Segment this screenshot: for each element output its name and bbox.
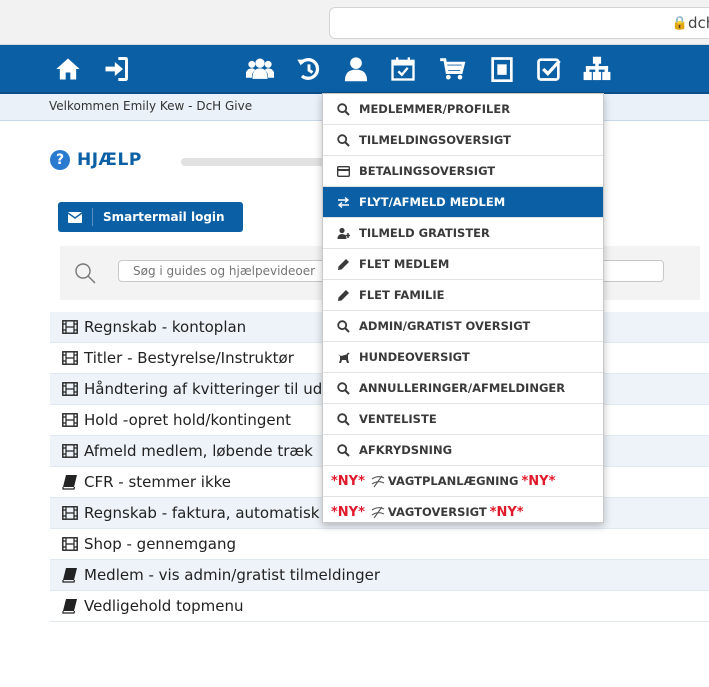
film-icon <box>62 382 78 396</box>
search-icon <box>75 263 96 284</box>
list-item[interactable]: Shop - gennemgang <box>50 529 709 560</box>
new-badge: *NY* <box>331 473 365 489</box>
welcome-text: Velkommen Emily Kew - DcH Give <box>49 99 253 113</box>
heading-divider <box>181 158 331 166</box>
film-icon <box>62 351 78 365</box>
guide-label: Afmeld medlem, løbende træk <box>84 442 313 460</box>
search-icon <box>337 443 350 457</box>
swirl-icon <box>371 475 385 488</box>
user-plus-icon <box>337 227 350 239</box>
list-item[interactable]: Vedligehold topmenu <box>50 591 709 622</box>
menu-item-hundeoversigt[interactable]: HUNDEOVERSIGT <box>323 342 603 373</box>
book-icon <box>62 599 77 614</box>
film-icon <box>62 444 78 458</box>
guide-label: Vedligehold topmenu <box>84 597 244 615</box>
menu-item-tilmeld-gratister[interactable]: TILMELD GRATISTER <box>323 218 603 249</box>
new-badge: *NY* <box>331 504 365 520</box>
user-icon[interactable] <box>340 53 372 85</box>
lock-icon: 🔒 <box>671 16 688 31</box>
guide-label: Titler - Bestyrelse/Instruktør <box>84 349 294 367</box>
menu-item-label: VAGTPLANLÆGNING <box>387 474 519 488</box>
guide-label: Medlem - vis admin/gratist tilmeldinger <box>84 566 381 584</box>
menu-item-label: HUNDEOVERSIGT <box>359 350 470 364</box>
menu-item-label: VENTELISTE <box>359 412 437 426</box>
search-icon <box>337 319 350 333</box>
calendar-check-icon[interactable] <box>387 53 419 85</box>
menu-item-venteliste[interactable]: VENTELISTE <box>323 404 603 435</box>
film-icon <box>62 320 78 334</box>
menu-item-label: FLET MEDLEM <box>359 257 450 271</box>
menu-item-label: VAGTOVERSIGT <box>387 505 487 519</box>
search-icon <box>337 133 350 147</box>
clipboard-icon[interactable] <box>486 53 518 85</box>
menu-item-flet-familie[interactable]: FLET FAMILIE <box>323 280 603 311</box>
sign-in-icon[interactable] <box>100 53 132 85</box>
film-icon <box>62 413 78 427</box>
sitemap-icon[interactable] <box>581 53 613 85</box>
swirl-icon <box>371 506 385 519</box>
home-icon[interactable] <box>52 53 84 85</box>
dog-icon <box>338 352 350 363</box>
history-icon[interactable] <box>293 53 325 85</box>
menu-item-label: TILMELD GRATISTER <box>359 226 490 240</box>
page-title: HJÆLP <box>77 150 142 170</box>
film-icon <box>62 506 78 520</box>
users-icon[interactable] <box>244 53 276 85</box>
menu-item-annulleringer-afmeldinger[interactable]: ANNULLERINGER/AFMELDINGER <box>323 373 603 404</box>
guide-label: Regnskab - kontoplan <box>84 318 247 336</box>
new-badge: *NY* <box>489 504 524 520</box>
book-icon <box>62 568 77 583</box>
smartermail-login-button[interactable]: Smartermail login <box>58 202 243 232</box>
guide-label: CFR - stemmer ikke <box>84 473 232 491</box>
list-item[interactable]: Medlem - vis admin/gratist tilmeldinger <box>50 560 709 591</box>
new-badge: *NY* <box>521 473 556 489</box>
credit-card-icon <box>337 165 350 177</box>
menu-item-afkrydsning[interactable]: AFKRYDSNING <box>323 435 603 466</box>
member-dropdown-menu: MEDLEMMER/PROFILER TILMELDINGSOVERSIGT B… <box>322 93 604 523</box>
menu-item-betalingsoversigt[interactable]: BETALINGSOVERSIGT <box>323 156 603 187</box>
address-bar[interactable]: 🔒 dch- <box>329 7 709 39</box>
pencil-icon <box>338 258 349 270</box>
menu-item-flyt-afmeld-medlem[interactable]: FLYT/AFMELD MEDLEM <box>323 187 603 218</box>
film-icon <box>62 537 78 551</box>
guide-label: Håndtering af kvitteringer til udlæg <box>84 380 351 398</box>
guide-label: Regnskab - faktura, automatisk træk <box>84 504 360 522</box>
menu-item-label: TILMELDINGSOVERSIGT <box>359 133 511 147</box>
smartermail-label: Smartermail login <box>103 210 225 224</box>
search-icon <box>337 381 350 395</box>
guide-label: Shop - gennemgang <box>84 535 237 553</box>
top-nav <box>0 45 709 94</box>
book-icon <box>62 475 77 490</box>
menu-item-tilmeldingsoversigt[interactable]: TILMELDINGSOVERSIGT <box>323 125 603 156</box>
menu-item-label: ANNULLERINGER/AFMELDINGER <box>359 381 566 395</box>
pencil-icon <box>338 289 349 301</box>
checkbox-icon[interactable] <box>533 53 565 85</box>
cart-icon[interactable] <box>437 53 469 85</box>
guide-label: Hold -opret hold/kontingent <box>84 411 291 429</box>
menu-item-flet-medlem[interactable]: FLET MEDLEM <box>323 249 603 280</box>
menu-item-label: FLET FAMILIE <box>359 288 445 302</box>
menu-item-vagtplanlaegning[interactable]: *NY* VAGTPLANLÆGNING *NY* <box>323 466 603 497</box>
menu-item-vagtoversigt[interactable]: *NY* VAGTOVERSIGT *NY* <box>323 497 603 527</box>
help-heading: ? HJÆLP <box>50 150 142 170</box>
envelope-icon <box>58 208 93 226</box>
search-icon <box>337 102 350 116</box>
menu-item-admin-gratist-oversigt[interactable]: ADMIN/GRATIST OVERSIGT <box>323 311 603 342</box>
menu-item-label: FLYT/AFMELD MEDLEM <box>359 195 506 209</box>
menu-item-label: AFKRYDSNING <box>359 443 453 457</box>
menu-item-medlemmer-profiler[interactable]: MEDLEMMER/PROFILER <box>323 94 603 125</box>
browser-toolbar: 🔒 dch- <box>0 0 709 45</box>
url-text: dch- <box>688 14 709 32</box>
menu-item-label: ADMIN/GRATIST OVERSIGT <box>359 319 531 333</box>
exchange-icon <box>337 196 350 208</box>
search-icon <box>337 412 350 426</box>
menu-item-label: MEDLEMMER/PROFILER <box>359 102 511 116</box>
question-circle-icon: ? <box>50 150 70 170</box>
menu-item-label: BETALINGSOVERSIGT <box>359 164 496 178</box>
